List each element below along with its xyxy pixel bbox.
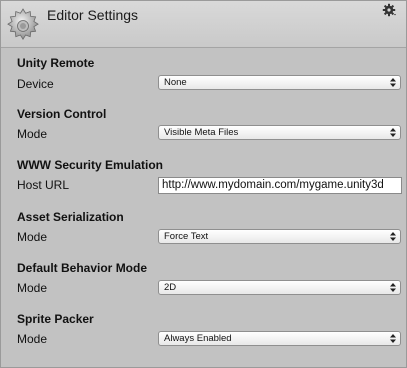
dropdown-value: 2D — [164, 282, 177, 293]
section-title-sprite-packer: Sprite Packer — [17, 312, 94, 326]
sprite-packer-mode-label: Mode — [17, 332, 48, 346]
gear-icon — [7, 8, 39, 40]
device-label: Device — [17, 77, 54, 91]
inspector-header: Editor Settings — [1, 1, 406, 48]
asset-serialization-mode-dropdown[interactable]: Force Text — [158, 229, 401, 244]
dropdown-arrows-icon — [390, 232, 396, 241]
dropdown-arrows-icon — [390, 128, 396, 137]
page-title: Editor Settings — [47, 7, 139, 23]
default-behavior-mode-dropdown[interactable]: 2D — [158, 280, 401, 295]
gear-menu-icon[interactable] — [382, 3, 398, 19]
dropdown-value: Visible Meta Files — [164, 127, 239, 138]
dropdown-value: Force Text — [164, 231, 209, 242]
dropdown-value: Always Enabled — [164, 333, 232, 344]
dropdown-arrows-icon — [390, 283, 396, 292]
editor-settings-panel: Editor Settings Unity Remote Device None… — [0, 0, 407, 368]
device-dropdown[interactable]: None — [158, 75, 401, 90]
asset-serialization-mode-label: Mode — [17, 230, 48, 244]
default-behavior-mode-label: Mode — [17, 281, 48, 295]
sprite-packer-mode-dropdown[interactable]: Always Enabled — [158, 331, 401, 346]
section-title-unity-remote: Unity Remote — [17, 56, 95, 70]
section-title-version-control: Version Control — [17, 107, 107, 121]
section-title-default-behavior-mode: Default Behavior Mode — [17, 261, 148, 275]
dropdown-arrows-icon — [390, 334, 396, 343]
host-url-label: Host URL — [17, 178, 70, 192]
host-url-input[interactable]: http://www.mydomain.com/mygame.unity3d — [158, 177, 402, 194]
version-control-mode-label: Mode — [17, 127, 48, 141]
section-title-www-security-emulation: WWW Security Emulation — [17, 158, 164, 172]
version-control-mode-dropdown[interactable]: Visible Meta Files — [158, 125, 401, 140]
dropdown-value: None — [164, 77, 187, 88]
dropdown-arrows-icon — [390, 78, 396, 87]
section-title-asset-serialization: Asset Serialization — [17, 210, 124, 224]
